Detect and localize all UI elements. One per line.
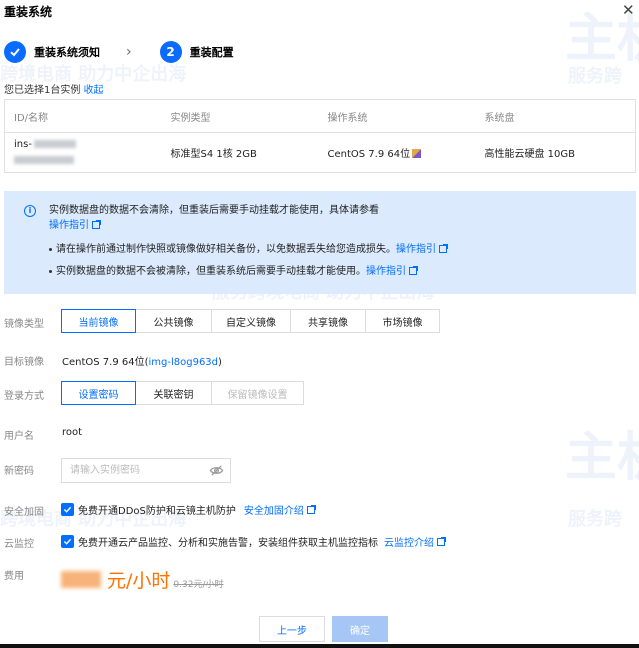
table-header-row: ID/名称 实例类型 操作系统 系统盘 (4, 99, 636, 133)
monitoring-checkbox[interactable] (61, 535, 74, 548)
notice-bullet-1-text: 请在操作前通过制作快照或镜像做好相关备份，以免数据丢失给您造成损失。 (56, 244, 396, 255)
watermark-right-bottom: 服务跨 (568, 509, 622, 530)
tab-keep-image-settings[interactable]: 保留镜像设置 (211, 381, 304, 405)
notice-bullet-2: 实例数据盘的数据不会被清除，但重装系统后需要手动挂载才能使用。操作指引 (49, 265, 624, 279)
external-link-icon (409, 266, 418, 275)
image-type-label: 镜像类型 (4, 319, 44, 330)
price-original: 0.32元/小时 (173, 580, 224, 590)
step-1-label: 重装系统须知 (34, 46, 100, 59)
dialog-title: 重装系统 (4, 5, 53, 19)
target-image-value: CentOS 7.9 64位(img-l8og963d) (62, 353, 222, 368)
tab-market-image[interactable]: 市场镜像 (365, 309, 440, 333)
target-image-label: 目标镜像 (4, 357, 44, 368)
notice-bullet-1: 请在操作前通过制作快照或镜像做好相关备份，以免数据丢失给您造成损失。操作指引 (49, 243, 624, 257)
username-value: root (62, 427, 83, 438)
bullet-dot (49, 247, 52, 251)
price-display: 元/小时 0.32元/小时 (61, 566, 223, 593)
watermark-brand-bottom: 主机 (565, 428, 639, 488)
step-2-number: 2 (159, 41, 182, 63)
password-label: 新密码 (4, 466, 34, 477)
instance-os-text: CentOS 7.9 64位 (327, 149, 411, 160)
col-header-disk: 系统盘 (475, 99, 636, 133)
centos-logo-icon (412, 149, 422, 158)
step-2-label: 重装配置 (189, 46, 234, 59)
redacted-name (14, 155, 74, 164)
col-header-os: 操作系统 (318, 99, 476, 133)
username-label: 用户名 (4, 431, 34, 442)
redacted-id (33, 139, 76, 148)
security-checkbox[interactable] (61, 503, 74, 516)
monitoring-label: 云监控 (4, 539, 34, 550)
security-link[interactable]: 安全加固介绍 (244, 502, 304, 517)
table-row: ins- 标准型S4 1核 2GB CentOS 7.9 64位 高性能云硬盘 … (5, 133, 636, 173)
instance-table: ID/名称 实例类型 操作系统 系统盘 ins- 标准型S4 1核 2GB Ce… (4, 99, 636, 173)
check-icon (63, 506, 72, 513)
instance-id-prefix: ins- (14, 138, 32, 150)
monitoring-text: 免费开通云产品监控、分析和实施告警，安装组件获取主机监控指标 (78, 538, 378, 549)
external-link-icon (306, 504, 316, 514)
close-icon[interactable]: ✕ (622, 2, 635, 18)
reinstall-dialog: 主机 跨境电商 助力中企出海 服务跨 主机 服务跨境电商 助力中企出海 主机 跨… (0, 0, 639, 648)
notice-bullet-1-link[interactable]: 操作指引 (396, 244, 436, 255)
watermark-right-top: 服务跨 (568, 66, 622, 87)
step-indicator: 重装系统须知 › 2 重装配置 (4, 40, 234, 64)
selection-text: 您已选择1台实例 (4, 85, 81, 96)
fee-label: 费用 (4, 571, 24, 582)
tab-set-password[interactable]: 设置密码 (61, 381, 136, 405)
target-image-suffix: ) (218, 357, 222, 368)
login-method-label: 登录方式 (4, 391, 44, 402)
tab-link-key[interactable]: 关联密钥 (135, 381, 212, 405)
confirm-button[interactable]: 确定 (332, 616, 388, 642)
target-image-link[interactable]: img-l8og963d (149, 357, 219, 368)
tab-shared-image[interactable]: 共享镜像 (290, 309, 366, 333)
monitoring-row: 免费开通云产品监控、分析和实施告警，安装组件获取主机监控指标 云监控介绍 (61, 534, 446, 549)
col-header-id: ID/名称 (4, 99, 162, 133)
instance-os-cell: CentOS 7.9 64位 (319, 133, 476, 173)
prev-button[interactable]: 上一步 (259, 616, 325, 642)
instance-disk-cell: 高性能云硬盘 10GB (484, 149, 576, 160)
security-text: 免费开通DDoS防护和云镜主机防护 (78, 506, 236, 517)
security-row: 免费开通DDoS防护和云镜主机防护 安全加固介绍 (61, 502, 316, 517)
selection-summary: 您已选择1台实例 收起 (4, 81, 104, 96)
notice-main: 实例数据盘的数据不会清除，但重装后需要手动挂载才能使用，具体请参看 操作指引 (49, 203, 624, 233)
security-label: 安全加固 (4, 507, 44, 518)
redacted-price (61, 571, 101, 588)
tab-public-image[interactable]: 公共镜像 (135, 309, 212, 333)
chevron-right-icon: › (126, 44, 132, 60)
instance-id-cell: ins- (5, 133, 162, 173)
image-type-segmented: 当前镜像 公共镜像 自定义镜像 共享镜像 市场镜像 (61, 309, 440, 333)
notice-main-link[interactable]: 操作指引 (49, 220, 89, 231)
external-link-icon (439, 244, 448, 253)
collapse-link[interactable]: 收起 (84, 85, 104, 96)
check-icon (63, 538, 72, 545)
external-link-icon (92, 220, 101, 229)
tab-custom-image[interactable]: 自定义镜像 (211, 309, 291, 333)
instance-type-cell: 标准型S4 1核 2GB (170, 149, 257, 160)
notice-bullet-2-text: 实例数据盘的数据不会被清除，但重装系统后需要手动挂载才能使用。 (56, 266, 366, 277)
monitoring-link[interactable]: 云监控介绍 (384, 534, 434, 549)
notice-main-text: 实例数据盘的数据不会清除，但重装后需要手动挂载才能使用，具体请参看 (49, 205, 379, 216)
col-header-type: 实例类型 (161, 99, 319, 133)
info-icon: i (24, 205, 36, 217)
bullet-dot (49, 269, 52, 273)
external-link-icon (437, 536, 446, 546)
price-unit: 元/小时 (107, 570, 171, 592)
notice-bullet-2-link[interactable]: 操作指引 (366, 266, 406, 277)
login-method-segmented: 设置密码 关联密钥 保留镜像设置 (61, 381, 304, 405)
info-notice: i 实例数据盘的数据不会清除，但重装后需要手动挂载才能使用，具体请参看 操作指引… (4, 191, 636, 294)
tab-current-image[interactable]: 当前镜像 (61, 309, 136, 333)
check-icon (4, 41, 26, 63)
target-image-prefix: CentOS 7.9 64位( (62, 357, 149, 368)
eye-off-icon[interactable] (209, 463, 224, 478)
password-input[interactable] (61, 458, 231, 483)
